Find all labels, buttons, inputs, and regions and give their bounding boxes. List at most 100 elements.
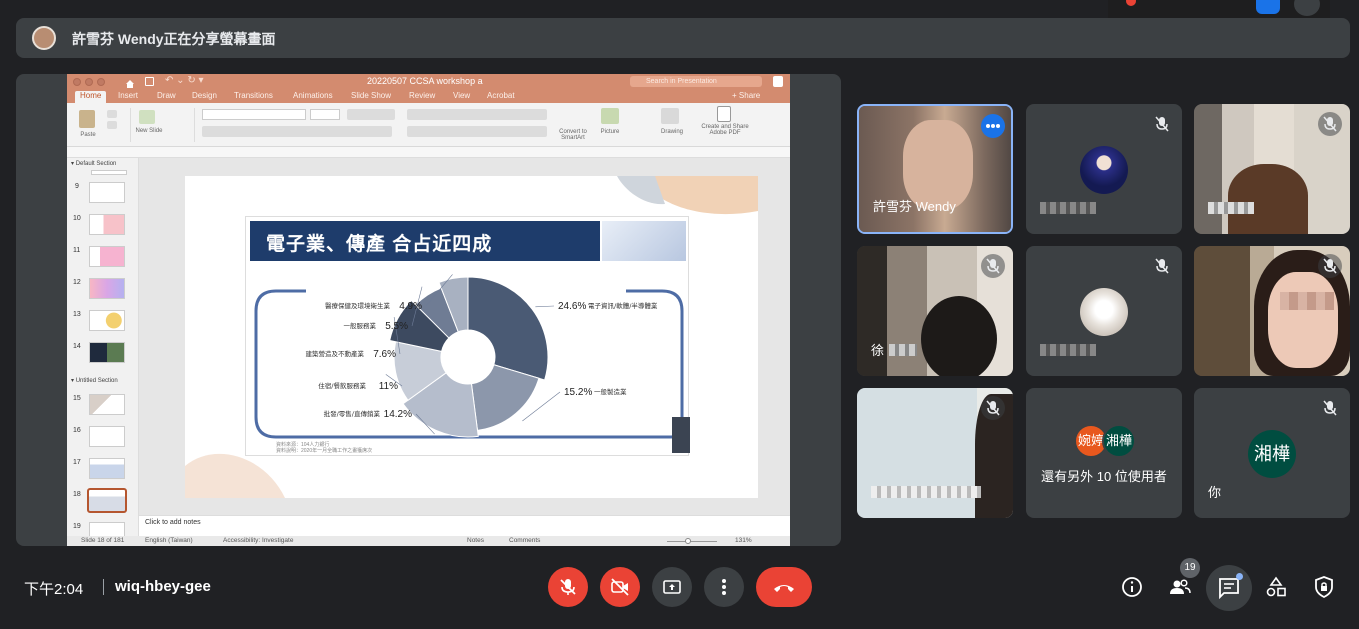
camera-toggle-button[interactable] bbox=[600, 567, 640, 607]
home-icon[interactable] bbox=[125, 76, 137, 88]
mic-off-icon bbox=[1318, 112, 1342, 136]
drawing-icon[interactable] bbox=[661, 108, 679, 124]
window-minimize-button[interactable] bbox=[85, 78, 93, 86]
cut-icon[interactable] bbox=[107, 110, 117, 118]
mic-toggle-button[interactable] bbox=[548, 567, 588, 607]
accessibility[interactable]: Accessibility: Investigate bbox=[223, 537, 293, 544]
tab-animations[interactable]: Animations bbox=[293, 91, 333, 100]
adobe-pdf-icon[interactable] bbox=[717, 106, 731, 122]
self-tile[interactable]: 湘樺 你 bbox=[1194, 388, 1350, 518]
notes-placeholder: Click to add notes bbox=[145, 519, 201, 526]
window-close-button[interactable] bbox=[73, 78, 81, 86]
meeting-time: 下午2:04 bbox=[24, 581, 84, 598]
thumb-number: 11 bbox=[73, 247, 81, 254]
camera-off-icon bbox=[611, 578, 629, 596]
thumb-9[interactable] bbox=[89, 182, 125, 203]
thumb-number: 15 bbox=[73, 395, 81, 402]
save-icon[interactable] bbox=[145, 77, 154, 86]
tab-design[interactable]: Design bbox=[192, 91, 217, 100]
tab-view[interactable]: View bbox=[453, 91, 470, 100]
participant-tile[interactable] bbox=[1194, 104, 1350, 234]
thumb-11[interactable] bbox=[89, 246, 125, 267]
participant-tile[interactable] bbox=[1194, 246, 1350, 376]
chat-button[interactable] bbox=[1206, 565, 1252, 611]
font-family-select[interactable] bbox=[202, 109, 306, 120]
thumb-10[interactable] bbox=[89, 214, 125, 235]
slide-thumbnail-pane: ▾ Default Section 9 10 11 12 13 14 ▾ Unt… bbox=[67, 158, 139, 543]
tab-insert[interactable]: Insert bbox=[118, 91, 138, 100]
copy-icon[interactable] bbox=[107, 121, 117, 129]
thumb-8[interactable] bbox=[91, 170, 127, 175]
paste-label: Paste bbox=[80, 132, 96, 138]
text-format-buttons[interactable] bbox=[202, 126, 392, 137]
zoom-slider-handle[interactable] bbox=[685, 538, 691, 544]
new-slide-icon[interactable] bbox=[139, 110, 155, 124]
presenting-text: 許雪芬 Wendy正在分享螢幕畫面 bbox=[72, 31, 276, 47]
ppt-titlebar: ↶ ⌄ ↻ ▾ 20220507 CCSA workshop a Search … bbox=[67, 74, 790, 90]
more-options-button[interactable] bbox=[981, 114, 1005, 138]
mic-off-icon bbox=[560, 579, 576, 595]
tab-review[interactable]: Review bbox=[409, 91, 435, 100]
section-untitled[interactable]: ▾ Untitled Section bbox=[71, 377, 118, 384]
thumb-14[interactable] bbox=[89, 342, 125, 363]
font-size-select[interactable] bbox=[310, 109, 340, 120]
present-button[interactable] bbox=[652, 567, 692, 607]
zoom-slider[interactable] bbox=[667, 541, 717, 542]
tab-draw[interactable]: Draw bbox=[157, 91, 176, 100]
thumb-number: 13 bbox=[73, 311, 81, 318]
participant-name: 許雪芬 Wendy bbox=[873, 199, 956, 214]
drawing-label: Drawing bbox=[660, 129, 683, 135]
undo-icon[interactable]: ↶ ⌄ ↻ ▾ bbox=[165, 75, 204, 86]
window-zoom-button[interactable] bbox=[97, 78, 105, 86]
mic-status-icon bbox=[1294, 0, 1320, 16]
participant-tile[interactable]: 徐 bbox=[857, 246, 1013, 376]
paragraph-buttons[interactable] bbox=[407, 109, 547, 120]
label-leader-line bbox=[535, 305, 555, 308]
comments-toggle[interactable]: Comments bbox=[509, 537, 540, 544]
tab-acrobat[interactable]: Acrobat bbox=[487, 91, 515, 100]
paste-icon[interactable] bbox=[79, 110, 95, 128]
more-options-button[interactable] bbox=[704, 567, 744, 607]
font-size-buttons[interactable] bbox=[347, 109, 395, 120]
participant-tile[interactable] bbox=[1026, 104, 1182, 234]
share-button[interactable]: + Share bbox=[732, 91, 760, 100]
participant-name-obscured bbox=[889, 344, 917, 356]
category-label: 建築營造及不動產業 bbox=[306, 349, 365, 358]
mic-off-icon bbox=[1150, 112, 1174, 136]
participant-tile[interactable] bbox=[1026, 246, 1182, 376]
thumb-number: 18 bbox=[73, 491, 81, 498]
thumb-18-selected[interactable] bbox=[87, 488, 127, 513]
language[interactable]: English (Taiwan) bbox=[145, 537, 193, 544]
notes-pane[interactable]: Click to add notes bbox=[139, 515, 790, 536]
thumb-15[interactable] bbox=[89, 394, 125, 415]
participant-name-obscured bbox=[1040, 344, 1096, 356]
slide-editing-area[interactable]: 電子業、傳產 合占近四成 24.6% 電子資訊/軟體/半導體業 15.2% 一般製造業… bbox=[139, 158, 790, 515]
convert-smartart-label[interactable]: Convert to SmartArt bbox=[551, 129, 595, 141]
participant-tile[interactable] bbox=[857, 388, 1013, 518]
tab-home[interactable]: Home bbox=[75, 91, 107, 103]
host-controls-button[interactable] bbox=[1304, 567, 1344, 607]
source-line-2: 資料說明：2020年一月全職工作之畫獲席次 bbox=[276, 448, 373, 454]
alignment-buttons[interactable] bbox=[407, 126, 547, 137]
participant-avatar bbox=[1080, 146, 1128, 194]
meeting-details-button[interactable] bbox=[1112, 567, 1152, 607]
others-tile[interactable]: 婉婷 湘樺 還有另外 10 位使用者 bbox=[1026, 388, 1182, 518]
thumb-16[interactable] bbox=[89, 426, 125, 447]
thumb-13[interactable] bbox=[89, 310, 125, 331]
leave-call-button[interactable] bbox=[756, 567, 812, 607]
section-default[interactable]: ▾ Default Section bbox=[71, 160, 116, 167]
activities-button[interactable] bbox=[1256, 567, 1296, 607]
tab-transitions[interactable]: Transitions bbox=[234, 91, 273, 100]
tab-slide-show[interactable]: Slide Show bbox=[351, 91, 391, 100]
participant-head bbox=[1228, 164, 1308, 234]
ppt-search-input[interactable]: Search in Presentation bbox=[630, 76, 762, 87]
thumb-17[interactable] bbox=[89, 458, 125, 479]
picture-icon[interactable] bbox=[601, 108, 619, 124]
notes-toggle[interactable]: Notes bbox=[467, 537, 484, 544]
current-slide[interactable]: 電子業、傳產 合占近四成 24.6% 電子資訊/軟體/半導體業 15.2% 一般製造業… bbox=[185, 176, 758, 498]
people-count-badge: 19 bbox=[1180, 558, 1200, 578]
zoom-level[interactable]: 131% bbox=[735, 537, 752, 544]
participant-tile-presenter[interactable]: 許雪芬 Wendy bbox=[857, 104, 1013, 234]
share-person-icon[interactable] bbox=[773, 76, 783, 87]
thumb-12[interactable] bbox=[89, 278, 125, 299]
